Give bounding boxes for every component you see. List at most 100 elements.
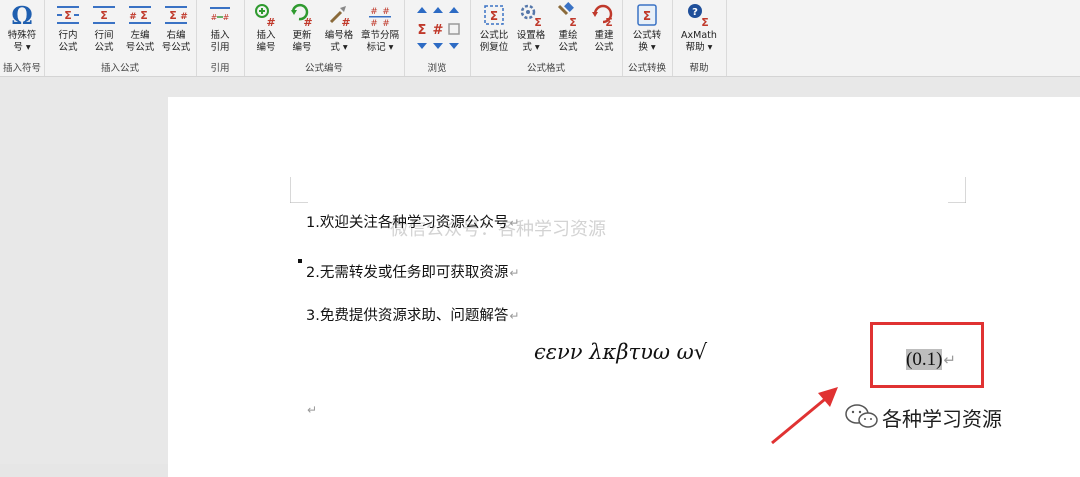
- reset-scale-icon: Σ: [484, 5, 504, 25]
- redraw-equation-icon: Σ: [557, 2, 577, 28]
- equation-number[interactable]: (0.1)↵: [906, 349, 956, 371]
- document-area: 微信公众号：各种学习资源 1.欢迎关注各种学习资源公众号↵ 2.无需转发或任务即…: [0, 77, 1080, 477]
- help-icon: ? Σ: [688, 4, 709, 28]
- browse-controls: Σ #: [412, 4, 464, 58]
- chapter-separator-button[interactable]: # # # # 章节分隔 标记 ▾: [358, 2, 402, 54]
- svg-text:Σ: Σ: [643, 9, 651, 23]
- update-number-label: 更新 编号: [292, 30, 312, 53]
- right-numbered-equation-icon: Σ #: [165, 6, 188, 24]
- paragraph-1-text: 1.欢迎关注各种学习资源公众号: [306, 215, 509, 231]
- group-equation-numbering: # 插入 编号 # 更新 编号 # 编号格 式 ▾ # # # # 章节分隔 标…: [244, 0, 405, 76]
- set-format-icon: Σ: [520, 4, 542, 28]
- paragraph-2[interactable]: 2.无需转发或任务即可获取资源↵: [306, 261, 519, 282]
- wechat-icon: [845, 404, 878, 428]
- rebuild-equation-label: 重建 公式: [594, 30, 614, 53]
- empty-paragraph-mark: ↵: [307, 403, 318, 417]
- insert-reference-button[interactable]: # # 插入 引用: [201, 2, 239, 54]
- group-equation-conversion: Σ 公式转 换 ▾ 公式转换: [622, 0, 673, 76]
- axmath-help-button[interactable]: ? Σ AxMath 帮助 ▾: [675, 2, 723, 54]
- update-number-button[interactable]: # 更新 编号: [284, 2, 320, 54]
- svg-text:?: ?: [692, 7, 698, 18]
- svg-text:Σ: Σ: [605, 16, 613, 28]
- list-bullet-marker: [298, 259, 302, 263]
- group-label-equation-numbering: 公式编号: [304, 63, 343, 74]
- previous-equation-up-icon[interactable]: [417, 7, 427, 13]
- omega-icon: Ω: [11, 2, 32, 28]
- update-number-icon: #: [291, 3, 313, 28]
- group-label-reference: 引用: [210, 63, 230, 74]
- svg-text:Σ: Σ: [569, 16, 577, 28]
- paragraph-3-text: 3.免费提供资源求助、问题解答: [306, 308, 509, 324]
- next-number-down-icon[interactable]: [433, 43, 443, 49]
- ribbon-toolbar: Ω 特殊符 号 ▾ 插入符号 Σ 行内 公式 Σ 行间 公式 # Σ 左编 号公…: [0, 0, 1080, 77]
- insert-number-button[interactable]: # 插入 编号: [248, 2, 284, 54]
- group-label-insert-symbol: 插入符号: [2, 63, 41, 74]
- reset-scale-label: 公式比 例复位: [479, 30, 509, 53]
- inline-equation-label: 行内 公式: [58, 30, 78, 53]
- display-equation-icon: Σ: [93, 6, 115, 24]
- svg-text:Σ: Σ: [490, 9, 498, 23]
- redraw-equation-button[interactable]: Σ 重绘 公式: [550, 2, 586, 54]
- equation[interactable]: ϵενν λκβτυω ω√: [534, 340, 707, 364]
- group-reference: # # 插入 引用 引用: [196, 0, 245, 76]
- special-symbol-label: 特殊符 号 ▾: [7, 30, 37, 53]
- convert-equation-label: 公式转 换 ▾: [632, 30, 662, 53]
- svg-text:#: #: [180, 12, 188, 22]
- rebuild-equation-button[interactable]: Σ 重建 公式: [586, 2, 622, 54]
- paragraph-1[interactable]: 1.欢迎关注各种学习资源公众号↵: [306, 211, 519, 232]
- next-reference-down-icon[interactable]: [449, 43, 459, 49]
- convert-equation-button[interactable]: Σ 公式转 换 ▾: [627, 2, 667, 54]
- rebuild-equation-icon: Σ: [592, 4, 613, 28]
- number-format-icon: #: [329, 6, 351, 28]
- next-equation-down-icon[interactable]: [417, 43, 427, 49]
- convert-equation-icon: Σ: [637, 4, 657, 26]
- group-label-help: 帮助: [689, 63, 709, 74]
- svg-text:Σ: Σ: [701, 16, 709, 28]
- insert-reference-label: 插入 引用: [210, 30, 230, 53]
- paragraph-mark: ↵: [509, 266, 520, 280]
- svg-text:#: #: [382, 7, 390, 17]
- set-format-label: 设置格 式 ▾: [516, 30, 546, 53]
- svg-text:#: #: [266, 16, 275, 28]
- paragraph-3[interactable]: 3.免费提供资源求助、问题解答↵: [306, 304, 519, 325]
- set-format-button[interactable]: Σ 设置格 式 ▾: [512, 2, 550, 54]
- inline-equation-icon: Σ: [57, 6, 79, 24]
- svg-text:Σ: Σ: [169, 9, 177, 22]
- svg-text:#: #: [433, 23, 444, 38]
- group-equation-format: Σ 公式比 例复位 Σ 设置格 式 ▾ Σ 重绘 公式 Σ 重建 公式 公式格式: [470, 0, 623, 76]
- paragraph-mark: ↵: [943, 353, 956, 369]
- display-equation-label: 行间 公式: [94, 30, 114, 53]
- left-numbered-equation-button[interactable]: # Σ 左编 号公式: [122, 2, 158, 54]
- svg-text:Σ: Σ: [64, 9, 72, 22]
- special-symbol-button[interactable]: Ω 特殊符 号 ▾: [3, 2, 41, 54]
- previous-reference-up-icon[interactable]: [449, 7, 459, 13]
- left-numbered-equation-icon: # Σ: [129, 6, 151, 24]
- svg-text:Σ: Σ: [534, 16, 542, 28]
- reset-scale-button[interactable]: Σ 公式比 例复位: [476, 2, 512, 54]
- number-format-button[interactable]: # 编号格 式 ▾: [320, 2, 358, 54]
- right-numbered-equation-button[interactable]: Σ # 右编 号公式: [158, 2, 194, 54]
- svg-text:#: #: [129, 12, 137, 22]
- wechat-account-name: 各种学习资源: [882, 407, 1002, 431]
- svg-text:Ω: Ω: [11, 2, 32, 28]
- left-numbered-equation-label: 左编 号公式: [125, 30, 155, 53]
- paragraph-mark: ↵: [509, 309, 520, 323]
- group-browse: Σ # 浏览: [404, 0, 471, 76]
- svg-text:Σ: Σ: [140, 9, 148, 22]
- equation-number-text: (0.1): [906, 349, 943, 370]
- inline-equation-button[interactable]: Σ 行内 公式: [50, 2, 86, 54]
- insert-reference-icon: # #: [210, 7, 230, 22]
- redraw-equation-label: 重绘 公式: [558, 30, 578, 53]
- svg-text:#: #: [303, 16, 312, 28]
- top-right-margin-mark: [948, 177, 966, 203]
- svg-text:#: #: [223, 13, 230, 22]
- top-left-margin-mark: [290, 177, 308, 203]
- chapter-separator-icon: # # # #: [369, 7, 391, 28]
- display-equation-button[interactable]: Σ 行间 公式: [86, 2, 122, 54]
- previous-number-up-icon[interactable]: [433, 7, 443, 13]
- svg-text:#: #: [341, 16, 350, 28]
- group-label-browse: 浏览: [427, 63, 447, 74]
- right-numbered-equation-label: 右编 号公式: [161, 30, 191, 53]
- browse-arrows-icon: Σ #: [417, 7, 460, 49]
- axmath-help-label: AxMath 帮助 ▾: [681, 30, 717, 53]
